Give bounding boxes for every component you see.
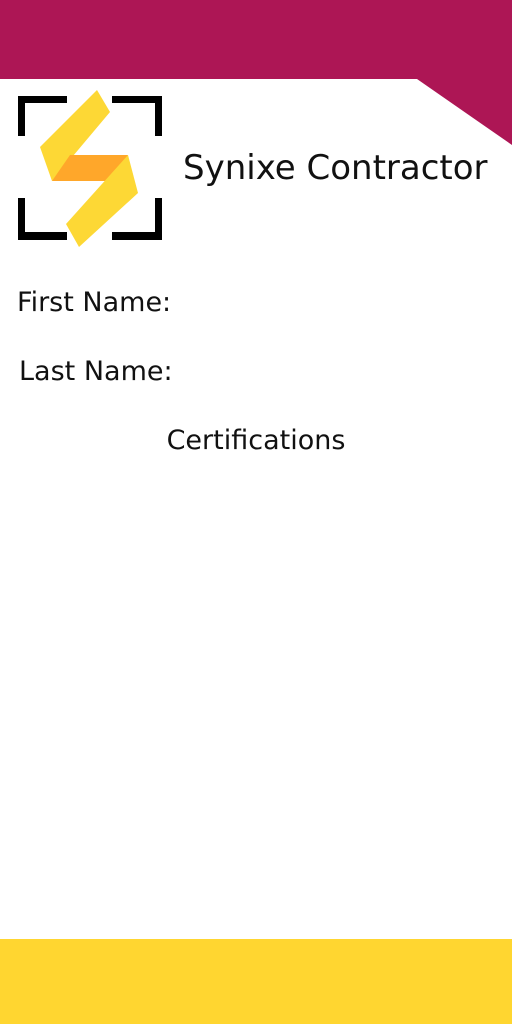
last-name-label: Last Name: <box>19 356 173 387</box>
first-name-label: First Name: <box>17 287 172 318</box>
card-title: Synixe Contractor <box>183 148 488 188</box>
footer-band <box>0 939 512 1024</box>
logo-frame-bottom-left <box>18 198 67 240</box>
contractor-id-card: Synixe Contractor First Name: Last Name:… <box>0 0 512 1024</box>
logo-frame-top-right <box>112 96 162 136</box>
certifications-heading: Certifications <box>166 425 346 456</box>
synixe-s-logo-icon <box>16 90 164 248</box>
